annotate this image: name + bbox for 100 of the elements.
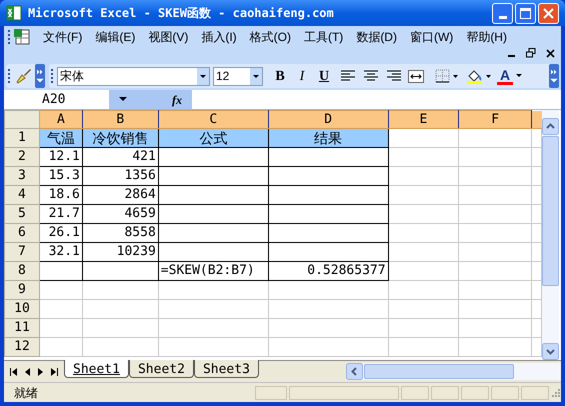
font-color-button[interactable]: A (497, 68, 522, 85)
toolbar-options-icon[interactable] (549, 64, 559, 88)
toolbar-options-icon[interactable] (35, 64, 45, 88)
row-header[interactable]: 7 (4, 242, 40, 262)
align-left-icon[interactable] (341, 70, 355, 82)
menu-item[interactable]: 窗口(W) (404, 27, 460, 48)
align-center-icon[interactable] (364, 70, 378, 82)
grip-icon (51, 68, 54, 84)
table-cell: 冷饮销售 (82, 128, 158, 148)
table-cell: 8558 (82, 224, 158, 243)
borders-icon[interactable] (435, 69, 459, 84)
menu-item[interactable]: 数据(D) (350, 27, 403, 48)
spreadsheet-icon (6, 5, 22, 22)
table-cell: 21.7 (39, 204, 82, 224)
status-panel (431, 386, 459, 400)
row-header[interactable]: 3 (4, 166, 40, 186)
scroll-up-icon[interactable] (542, 118, 559, 136)
status-panel (255, 386, 287, 400)
scroll-left-icon[interactable] (346, 363, 363, 380)
menu-item[interactable]: 视图(V) (142, 27, 194, 48)
grip-icon (8, 68, 11, 84)
grip-icon (8, 29, 11, 46)
row-header[interactable]: 10 (4, 300, 40, 319)
table-cell: 2864 (82, 186, 158, 205)
horizontal-scrollbar[interactable] (346, 363, 561, 380)
resize-grip-icon[interactable] (551, 388, 561, 398)
menu-item[interactable]: 工具(T) (298, 27, 350, 48)
table-cell: 12.1 (39, 148, 82, 167)
table-cell: 1356 (82, 166, 158, 186)
table-cell: =SKEW(B2:B7) (158, 262, 268, 281)
menu-item[interactable]: 编辑(E) (89, 27, 142, 48)
sheet-tab[interactable]: Sheet3 (194, 360, 259, 378)
row-header[interactable]: 5 (4, 204, 40, 224)
table-cell: 公式 (158, 128, 268, 148)
restore-icon[interactable] (526, 48, 536, 58)
caret-icon (516, 74, 522, 78)
table-cell: 10239 (82, 242, 158, 262)
close-icon (543, 8, 554, 19)
minimize-button[interactable] (492, 2, 513, 24)
sheet-tab[interactable]: Sheet1 (64, 360, 129, 378)
caret-icon[interactable] (119, 97, 127, 102)
next-sheet-icon[interactable] (38, 368, 43, 376)
column-header[interactable]: F (458, 110, 532, 129)
table-cell: 18.6 (39, 186, 82, 205)
maximize-button[interactable] (515, 2, 536, 24)
menu-item[interactable]: 帮助(H) (460, 27, 513, 48)
column-header[interactable]: A (39, 110, 82, 129)
align-right-icon[interactable] (387, 70, 401, 82)
row-header[interactable]: 11 (4, 318, 40, 338)
fill-color-icon[interactable] (466, 68, 492, 84)
column-header[interactable]: D (268, 110, 388, 129)
spreadsheet-icon (13, 28, 31, 46)
brush-icon[interactable] (14, 67, 32, 86)
status-panel (461, 386, 489, 400)
row-header[interactable]: 1 (4, 128, 40, 148)
maximize-icon (520, 8, 531, 19)
scroll-down-icon[interactable] (542, 343, 559, 360)
minimize-icon (498, 16, 506, 19)
caret-icon (250, 68, 262, 85)
previous-sheet-icon[interactable] (25, 368, 30, 376)
vertical-scrollbar[interactable] (542, 110, 559, 360)
table-cell: 结果 (268, 128, 388, 148)
row-header[interactable]: 4 (4, 186, 40, 205)
table-cell: 421 (82, 148, 158, 167)
row-header[interactable]: 9 (4, 280, 40, 300)
underline-button[interactable]: U (316, 66, 332, 87)
menu-item[interactable]: 文件(F) (37, 27, 88, 48)
sheet-tab[interactable]: Sheet2 (128, 360, 194, 378)
menu-item[interactable]: 插入(I) (195, 27, 243, 48)
table-cell: 0.52865377 (268, 262, 388, 281)
close-icon[interactable] (546, 48, 555, 58)
status-panel (521, 386, 549, 400)
merge-center-icon[interactable] (408, 70, 424, 83)
bold-button[interactable]: B (272, 66, 288, 87)
menu-item[interactable]: 格式(O) (244, 27, 297, 48)
close-button[interactable] (538, 2, 559, 24)
table-cell: 32.1 (39, 242, 82, 262)
table-cell: 4659 (82, 204, 158, 224)
status-panel (401, 386, 429, 400)
row-header[interactable]: 6 (4, 224, 40, 243)
status-panel (491, 386, 519, 400)
insert-function-button[interactable]: fx (172, 90, 182, 109)
last-sheet-icon[interactable] (51, 368, 58, 376)
row-header[interactable]: 8 (4, 262, 40, 281)
status-text: 就绪 (13, 384, 38, 402)
font-name-dropdown[interactable]: 宋体 (57, 66, 210, 86)
font-size-dropdown[interactable]: 12 (213, 66, 263, 86)
table-cell: 气温 (39, 128, 82, 148)
column-header[interactable]: C (158, 110, 268, 129)
table-cell: 26.1 (39, 224, 82, 243)
caret-icon (197, 68, 209, 85)
window-title: Microsoft Excel - SKEW函数 - caohaifeng.com (28, 5, 334, 22)
first-sheet-icon[interactable] (10, 368, 17, 376)
column-header[interactable]: B (82, 110, 158, 129)
row-header[interactable]: 12 (4, 338, 40, 357)
scroll-thumb[interactable] (364, 364, 514, 380)
column-header[interactable]: E (388, 110, 459, 129)
row-header[interactable]: 2 (4, 148, 40, 167)
scroll-thumb[interactable] (542, 136, 559, 286)
italic-button[interactable]: I (294, 66, 310, 87)
